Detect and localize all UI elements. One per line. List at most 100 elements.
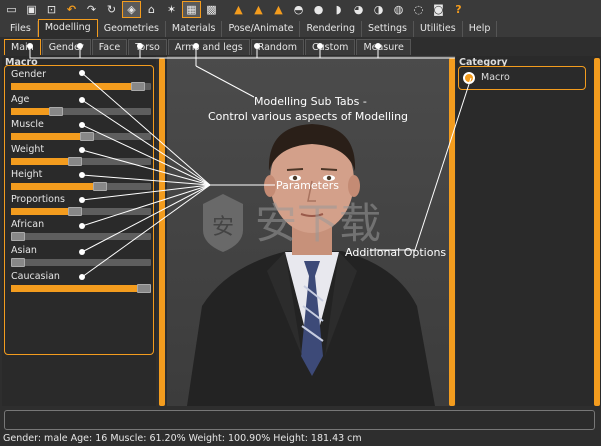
subtab-custom[interactable]: Custom xyxy=(305,39,356,55)
head-icon[interactable]: ● xyxy=(309,1,328,18)
slider-fill xyxy=(11,183,100,190)
back-icon[interactable]: ◑ xyxy=(369,1,388,18)
subtab-gender[interactable]: Gender xyxy=(41,39,91,55)
slider-handle[interactable] xyxy=(49,107,63,116)
macro-radio-label: Macro xyxy=(481,72,510,83)
annotation-subtabs-line2: Control various aspects of Modelling xyxy=(208,110,409,123)
subtab-torso[interactable]: Torso xyxy=(128,39,167,55)
toolbar: ▭ ▣ ⊡ ↶ ↷ ↻ ◈ ⌂ ✶ ▦ ▩ ▲ ▲ ▲ ◓ ● ◗ ◕ ◑ ◍ … xyxy=(0,0,601,19)
slider-handle[interactable] xyxy=(137,284,151,293)
macro-group: Gender Age Muscle Weight Height Proporti… xyxy=(4,65,154,355)
smooth-icon[interactable]: ◈ xyxy=(122,1,141,18)
save-icon[interactable]: ▣ xyxy=(22,1,41,18)
wireframe-icon[interactable]: ⌂ xyxy=(142,1,161,18)
slider-handle[interactable] xyxy=(93,182,107,191)
checker-icon[interactable]: ▩ xyxy=(202,1,221,18)
grid-icon[interactable]: ▦ xyxy=(182,1,201,18)
subtab-face[interactable]: Face xyxy=(91,39,128,55)
status-bar: Gender: male Age: 16 Muscle: 61.20% Weig… xyxy=(3,433,362,444)
slider-handle[interactable] xyxy=(11,232,25,241)
slider-label: Height xyxy=(11,169,43,180)
bottom-input-bar[interactable] xyxy=(4,410,595,430)
slider-muscle[interactable]: Muscle xyxy=(11,119,151,145)
slider-track[interactable] xyxy=(11,82,151,91)
tab-geometries[interactable]: Geometries xyxy=(98,21,166,37)
slider-label: African xyxy=(11,219,45,230)
tab-materials[interactable]: Materials xyxy=(166,21,223,37)
slider-fill xyxy=(11,158,75,165)
slider-handle[interactable] xyxy=(131,82,145,91)
slider-track[interactable] xyxy=(11,284,151,293)
right-panel: Category Macro xyxy=(456,56,601,406)
slider-fill xyxy=(11,208,75,215)
tab-pose-animate[interactable]: Pose/Animate xyxy=(222,21,301,37)
frame-icon[interactable]: ◌ xyxy=(409,1,428,18)
slider-asian[interactable]: Asian xyxy=(11,245,151,271)
left-scrollbar[interactable] xyxy=(159,58,165,406)
subtab-arms-and-legs[interactable]: Arms and legs xyxy=(167,39,250,55)
slider-caucasian[interactable]: Caucasian xyxy=(11,271,151,297)
slider-proportions[interactable]: Proportions xyxy=(11,194,151,220)
slider-label: Asian xyxy=(11,245,37,256)
annotation-additional-options: Additional Options xyxy=(345,246,447,259)
slider-track[interactable] xyxy=(11,107,151,116)
slider-fill xyxy=(11,285,144,292)
camera-icon[interactable]: ◙ xyxy=(429,1,448,18)
slider-fill xyxy=(11,83,138,90)
slider-track[interactable] xyxy=(11,182,151,191)
right-scrollbar[interactable] xyxy=(594,58,600,406)
new-file-icon[interactable]: ▭ xyxy=(2,1,21,18)
viewport-scrollbar[interactable] xyxy=(449,58,455,406)
subtab-measure[interactable]: Measure xyxy=(356,39,411,55)
face-icon[interactable]: ◓ xyxy=(289,1,308,18)
undo-icon[interactable]: ↶ xyxy=(62,1,81,18)
left-panel: Macro Gender Age Muscle Weight Height Pr… xyxy=(2,56,156,406)
slider-african[interactable]: African xyxy=(11,219,151,245)
front-view-icon[interactable]: ▲ xyxy=(229,1,248,18)
3d-viewport[interactable] xyxy=(167,56,455,406)
slider-track[interactable] xyxy=(11,132,151,141)
subtab-random[interactable]: Random xyxy=(250,39,305,55)
slider-label: Weight xyxy=(11,144,45,155)
side-view-icon[interactable]: ▲ xyxy=(249,1,268,18)
tab-settings[interactable]: Settings xyxy=(362,21,414,37)
tab-utilities[interactable]: Utilities xyxy=(414,21,463,37)
pose-icon[interactable]: ✶ xyxy=(162,1,181,18)
slider-label: Proportions xyxy=(11,194,65,205)
eyes-icon[interactable]: ◍ xyxy=(389,1,408,18)
slider-handle[interactable] xyxy=(68,207,82,216)
slider-track[interactable] xyxy=(11,207,151,216)
category-group: Macro xyxy=(458,66,586,90)
help-icon[interactable]: ? xyxy=(449,1,468,18)
tab-rendering[interactable]: Rendering xyxy=(300,21,362,37)
slider-weight[interactable]: Weight xyxy=(11,144,151,170)
slider-track[interactable] xyxy=(11,258,151,267)
slider-label: Muscle xyxy=(11,119,44,130)
body-icon[interactable]: ◕ xyxy=(349,1,368,18)
export-icon[interactable]: ⊡ xyxy=(42,1,61,18)
subtab-main[interactable]: Main xyxy=(4,39,41,55)
macro-radio[interactable] xyxy=(463,72,475,84)
annotation-subtabs-line1: Modelling Sub Tabs - xyxy=(254,95,367,108)
tab-files[interactable]: Files xyxy=(4,21,38,37)
tab-help[interactable]: Help xyxy=(463,21,498,37)
redo-icon[interactable]: ↷ xyxy=(82,1,101,18)
top-view-icon[interactable]: ▲ xyxy=(269,1,288,18)
main-tab-bar: Files Modelling Geometries Materials Pos… xyxy=(0,19,601,37)
human-model xyxy=(187,124,435,406)
slider-track[interactable] xyxy=(11,157,151,166)
slider-label: Age xyxy=(11,94,30,105)
reset-icon[interactable]: ↻ xyxy=(102,1,121,18)
sub-tab-bar: Main Gender Face Torso Arms and legs Ran… xyxy=(0,37,455,55)
slider-handle[interactable] xyxy=(68,157,82,166)
slider-handle[interactable] xyxy=(11,258,25,267)
slider-gender[interactable]: Gender xyxy=(11,69,151,95)
annotation-parameters: Parameters xyxy=(276,179,339,192)
slider-label: Gender xyxy=(11,69,47,80)
slider-track[interactable] xyxy=(11,232,151,241)
slider-height[interactable]: Height xyxy=(11,169,151,195)
hair-icon[interactable]: ◗ xyxy=(329,1,348,18)
slider-handle[interactable] xyxy=(80,132,94,141)
tab-modelling[interactable]: Modelling xyxy=(37,19,98,37)
slider-age[interactable]: Age xyxy=(11,94,151,120)
